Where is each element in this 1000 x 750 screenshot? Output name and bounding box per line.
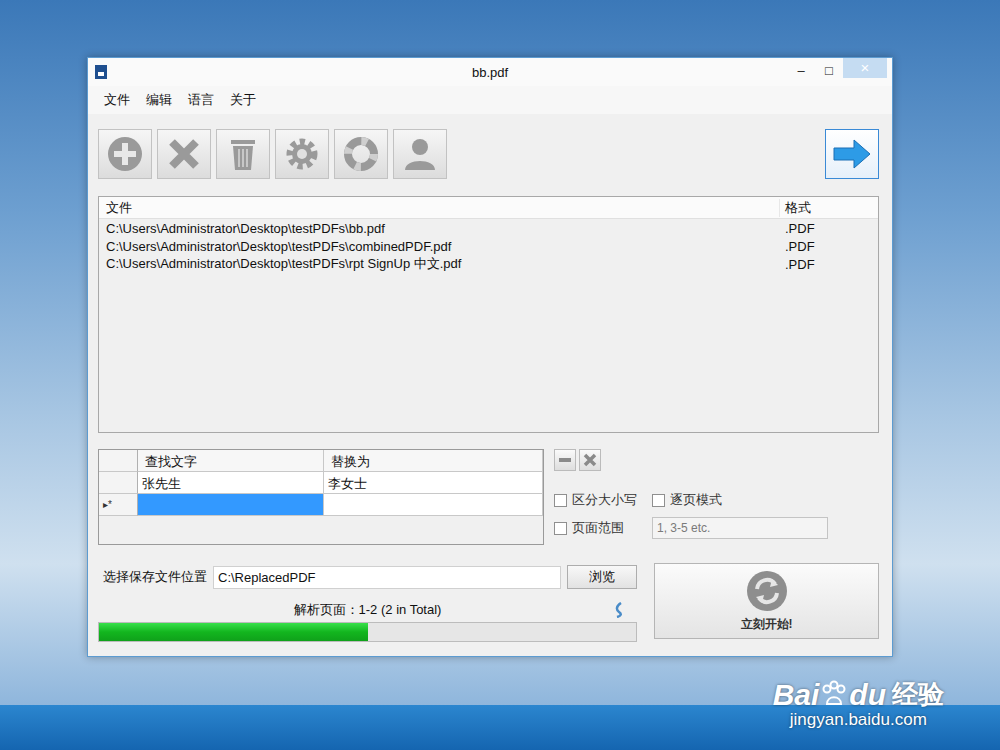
option-checkbox[interactable]: 逐页模式	[652, 491, 828, 509]
replace-grid: 查找文字替换为张先生李女士▸*	[98, 449, 544, 545]
window-title: bb.pdf	[88, 65, 892, 80]
checkbox-box	[554, 494, 567, 507]
window-control-button[interactable]: –	[787, 58, 815, 84]
cross-icon	[164, 134, 204, 174]
window-body: 文件格式 C:\Users\Administrator\Desktop\testP…	[88, 114, 892, 656]
replace-row[interactable]: 张先生李女士	[99, 472, 543, 494]
next-button[interactable]	[825, 129, 879, 179]
menu-item[interactable]: 编辑	[140, 89, 178, 111]
browse-button[interactable]: 浏览	[567, 565, 637, 589]
file-path: C:\Users\Administrator\Desktop\testPDFs\…	[106, 255, 780, 273]
grid-header: 查找文字替换为	[99, 450, 543, 472]
busy-icon	[613, 602, 625, 618]
window-control-button[interactable]: ×	[843, 58, 887, 78]
help-button[interactable]	[334, 129, 388, 179]
person-icon	[400, 134, 440, 174]
account-button[interactable]	[393, 129, 447, 179]
page-range-input[interactable]: 1, 3-5 etc.	[652, 517, 828, 539]
menu-item[interactable]: 语言	[182, 89, 220, 111]
window-control-button[interactable]: □	[815, 58, 843, 84]
paw-icon	[819, 680, 849, 710]
clear-button[interactable]	[216, 129, 270, 179]
column-header[interactable]: 替换为	[324, 450, 543, 472]
progress-text: 解析页面：1-2 (2 in Total)	[294, 601, 442, 619]
start-button[interactable]: 立刻开始!	[654, 563, 879, 639]
file-row[interactable]: C:\Users\Administrator\Desktop\testPDFs\…	[99, 255, 878, 273]
replace-cell[interactable]: 李女士	[324, 472, 543, 494]
file-path: C:\Users\Administrator\Desktop\testPDFs\…	[106, 221, 780, 236]
menu-item[interactable]: 关于	[224, 89, 262, 111]
option-checkbox[interactable]: 区分大小写	[554, 491, 652, 509]
toolbar	[98, 128, 879, 180]
refresh-icon	[745, 569, 789, 613]
remove-row-button[interactable]	[554, 449, 576, 471]
minus-icon	[557, 452, 573, 468]
checkbox-box	[554, 522, 567, 535]
bottom-section: 选择保存文件位置 C:\ReplacedPDF 浏览解析页面：1-2 (2 in T…	[98, 565, 879, 642]
app-icon	[94, 64, 108, 80]
menu-bar: 文件编辑语言关于	[88, 86, 892, 114]
new-row-marker: ▸*	[99, 494, 138, 516]
checkbox-box	[652, 494, 665, 507]
lifebuoy-icon	[341, 134, 381, 174]
watermark-url: jingyan.baidu.com	[790, 710, 927, 730]
progress-fill	[99, 623, 368, 641]
file-format: .PDF	[780, 221, 878, 236]
watermark-brand: Bai	[773, 678, 820, 712]
watermark-brand: du	[849, 678, 886, 712]
file-row[interactable]: C:\Users\Administrator\Desktop\testPDFs\…	[99, 237, 878, 255]
save-location-row: 选择保存文件位置 C:\ReplacedPDF 浏览	[98, 565, 637, 589]
file-list: 文件格式 C:\Users\Administrator\Desktop\testP…	[98, 196, 879, 433]
file-format: .PDF	[780, 257, 878, 272]
watermark-product: 经验	[892, 677, 944, 712]
clear-rows-button[interactable]	[579, 449, 601, 471]
replace-cell[interactable]	[324, 494, 543, 516]
new-row[interactable]: ▸*	[99, 494, 543, 516]
plus-icon	[105, 134, 145, 174]
option-label: 区分大小写	[572, 491, 637, 509]
option-label: 页面范围	[572, 519, 624, 537]
start-label: 立刻开始!	[741, 616, 793, 633]
replace-section: 查找文字替换为张先生李女士▸*区分大小写逐页模式页面范围1, 3-5 etc.	[98, 449, 879, 545]
option-checkbox[interactable]: 页面范围	[554, 519, 652, 537]
file-path: C:\Users\Administrator\Desktop\testPDFs\…	[106, 239, 780, 254]
option-label: 逐页模式	[670, 491, 722, 509]
watermark: Baidu经验jingyan.baidu.com	[773, 677, 944, 730]
column-header[interactable]: 文件	[106, 199, 779, 217]
settings-button[interactable]	[275, 129, 329, 179]
file-row[interactable]: C:\Users\Administrator\Desktop\testPDFs\…	[99, 219, 878, 237]
window-controls: –□×	[787, 58, 892, 86]
column-header[interactable]: 查找文字	[138, 450, 324, 472]
add-button[interactable]	[98, 129, 152, 179]
trash-icon	[223, 134, 263, 174]
app-window: bb.pdf–□×文件编辑语言关于文件格式C:\Users\Administra…	[87, 57, 893, 657]
arrow-right-icon	[832, 138, 872, 170]
file-list-header: 文件格式	[99, 197, 878, 219]
save-location-input[interactable]: C:\ReplacedPDF	[213, 566, 561, 589]
title-bar: bb.pdf–□×	[88, 58, 892, 86]
find-cell[interactable]: 张先生	[138, 472, 324, 494]
find-cell[interactable]	[138, 494, 324, 516]
column-header[interactable]: 格式	[779, 199, 878, 217]
gear-icon	[282, 134, 322, 174]
menu-item[interactable]: 文件	[98, 89, 136, 111]
cross-icon	[582, 452, 598, 468]
options-panel: 区分大小写 逐页模式页面范围 1, 3-5 etc.	[554, 449, 879, 545]
file-format: .PDF	[780, 239, 878, 254]
save-location-label: 选择保存文件位置	[98, 568, 207, 586]
progress-bar	[98, 622, 637, 642]
remove-button[interactable]	[157, 129, 211, 179]
desktop: bb.pdf–□×文件编辑语言关于文件格式C:\Users\Administra…	[0, 0, 1000, 750]
